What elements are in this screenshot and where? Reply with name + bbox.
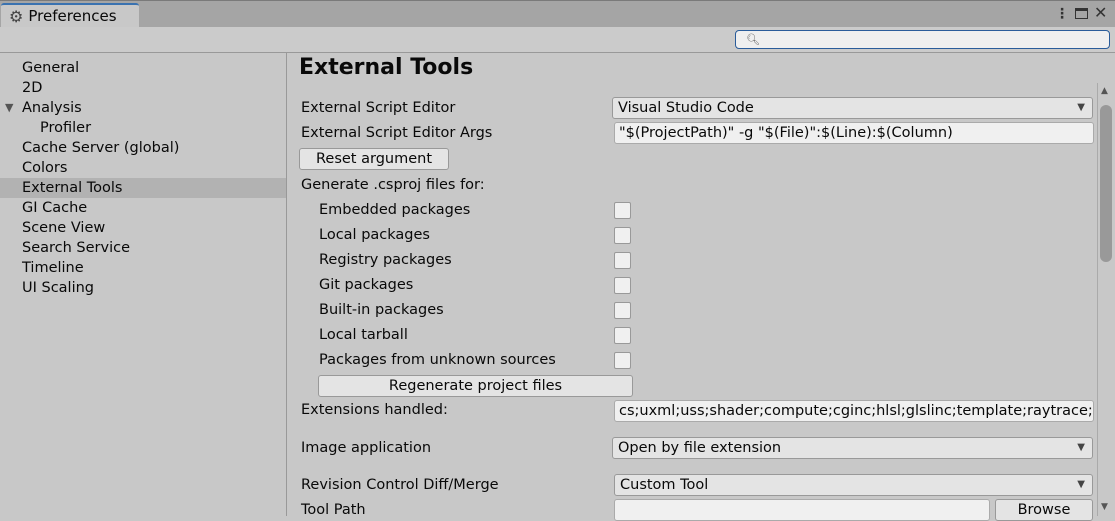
local-packages-checkbox[interactable] (614, 227, 631, 244)
generate-label: Generate .csproj files for: (301, 177, 485, 193)
script-editor-label: External Script Editor (301, 100, 456, 116)
package-label: Built-in packages (319, 302, 444, 318)
local-tarball-checkbox[interactable] (614, 327, 631, 344)
sidebar-item-2d[interactable]: 2D (0, 78, 286, 98)
builtin-packages-checkbox[interactable] (614, 302, 631, 319)
scrollbar-thumb[interactable] (1100, 105, 1112, 262)
tool-path-input[interactable] (614, 499, 990, 521)
package-label: Packages from unknown sources (319, 352, 556, 368)
embedded-packages-checkbox[interactable] (614, 202, 631, 219)
script-editor-dropdown[interactable]: Visual Studio Code ▼ (612, 97, 1093, 119)
chevron-down-icon: ▼ (1077, 102, 1085, 113)
image-app-label: Image application (301, 440, 432, 456)
args-input[interactable]: "$(ProjectPath)" -g "$(File)":$(Line):$(… (614, 122, 1094, 144)
maximize-icon[interactable] (1075, 8, 1088, 19)
tab-bar (0, 0, 1115, 27)
search-input[interactable]: 🔍︎ (735, 30, 1110, 49)
sidebar-item-label: Analysis (22, 100, 82, 116)
close-icon[interactable]: ✕ (1094, 3, 1107, 22)
scroll-up-icon[interactable]: ▲ (1101, 86, 1108, 96)
sidebar-item-gi-cache[interactable]: GI Cache (0, 198, 286, 218)
sidebar-item-colors[interactable]: Colors (0, 158, 286, 178)
extensions-label: Extensions handled: (301, 402, 448, 418)
args-label: External Script Editor Args (301, 125, 493, 141)
chevron-down-icon: ▼ (1077, 442, 1085, 453)
package-label: Git packages (319, 277, 414, 293)
more-options-icon[interactable]: ⋮ (1055, 6, 1069, 22)
chevron-down-icon: ▼ (1077, 479, 1085, 490)
browse-button[interactable]: Browse (995, 499, 1093, 521)
dropdown-value: Custom Tool (620, 477, 709, 493)
package-label: Local packages (319, 227, 430, 243)
sidebar-item-ui-scaling[interactable]: UI Scaling (0, 278, 286, 298)
sidebar-item-profiler[interactable]: Profiler (0, 118, 286, 138)
revision-dropdown[interactable]: Custom Tool ▼ (614, 474, 1093, 496)
extensions-input[interactable]: cs;uxml;uss;shader;compute;cginc;hlsl;gl… (614, 400, 1094, 422)
sidebar-item-analysis[interactable]: ▼ Analysis (0, 98, 286, 118)
revision-label: Revision Control Diff/Merge (301, 477, 499, 493)
page-title: External Tools (299, 55, 474, 80)
git-packages-checkbox[interactable] (614, 277, 631, 294)
dropdown-value: Visual Studio Code (618, 100, 754, 116)
window-title: Preferences (28, 7, 117, 25)
gear-icon: ⚙ (9, 6, 24, 26)
sidebar-item-general[interactable]: General (0, 58, 286, 78)
expand-arrow-icon[interactable]: ▼ (5, 98, 13, 118)
package-label: Local tarball (319, 327, 408, 343)
registry-packages-checkbox[interactable] (614, 252, 631, 269)
package-label: Embedded packages (319, 202, 471, 218)
tool-path-label: Tool Path (301, 502, 366, 518)
tab-preferences[interactable]: ⚙ Preferences (1, 3, 139, 27)
image-app-dropdown[interactable]: Open by file extension ▼ (612, 437, 1093, 459)
unknown-sources-checkbox[interactable] (614, 352, 631, 369)
sidebar-item-cache-server[interactable]: Cache Server (global) (0, 138, 286, 158)
sidebar: General 2D ▼ Analysis Profiler Cache Serv… (0, 53, 287, 516)
reset-argument-button[interactable]: Reset argument (299, 148, 449, 170)
package-label: Registry packages (319, 252, 452, 268)
sidebar-item-timeline[interactable]: Timeline (0, 258, 286, 278)
dropdown-value: Open by file extension (618, 440, 782, 456)
sidebar-item-external-tools[interactable]: External Tools (0, 178, 286, 198)
sidebar-item-search-service[interactable]: Search Service (0, 238, 286, 258)
regenerate-project-files-button[interactable]: Regenerate project files (318, 375, 633, 397)
search-icon: 🔍︎ (746, 33, 760, 46)
sidebar-item-scene-view[interactable]: Scene View (0, 218, 286, 238)
scroll-down-icon[interactable]: ▼ (1101, 502, 1108, 512)
